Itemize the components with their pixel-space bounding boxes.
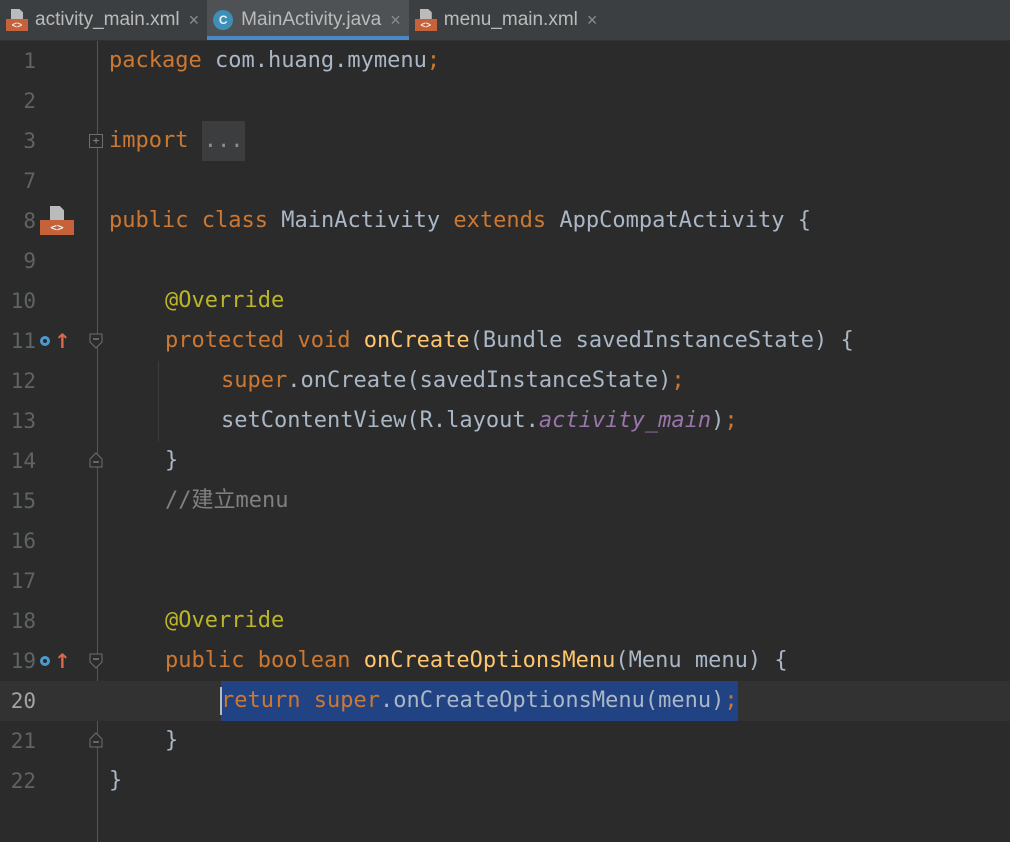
line-number: 11 xyxy=(10,329,36,353)
expand-fold-icon[interactable]: + xyxy=(89,134,103,148)
folded-imports[interactable]: ... xyxy=(201,121,246,161)
code-text[interactable]: } xyxy=(109,761,122,801)
code-line[interactable]: 1 package com.huang.mymenu; xyxy=(0,41,1010,81)
line-number: 10 xyxy=(10,289,36,313)
code-line[interactable]: 10 @Override xyxy=(0,281,1010,321)
code-line[interactable]: 22 } xyxy=(0,761,1010,801)
line-number: 12 xyxy=(10,369,36,393)
collapse-fold-icon[interactable] xyxy=(89,452,103,468)
close-icon[interactable]: × xyxy=(189,10,200,31)
code-line[interactable]: 13 setContentView(R.layout.activity_main… xyxy=(0,401,1010,441)
related-layout-icon[interactable]: <> xyxy=(40,206,74,236)
override-method-icon[interactable]: ↑ xyxy=(40,650,71,674)
line-number: 8 xyxy=(23,209,36,233)
xml-layout-icon: <> xyxy=(6,9,28,31)
line-number: 22 xyxy=(10,769,36,793)
code-line[interactable]: 17 xyxy=(0,561,1010,601)
code-line[interactable]: 14 } xyxy=(0,441,1010,481)
code-text[interactable]: public boolean onCreateOptionsMenu(Menu … xyxy=(165,641,788,681)
code-text[interactable]: } xyxy=(165,441,178,481)
line-number: 16 xyxy=(10,529,36,553)
collapse-fold-icon[interactable] xyxy=(89,653,103,669)
line-number: 20 xyxy=(10,689,36,713)
line-number: 18 xyxy=(10,609,36,633)
close-icon[interactable]: × xyxy=(390,10,401,31)
line-number: 2 xyxy=(23,89,36,113)
text-caret xyxy=(220,687,222,715)
tab-activity-main-xml[interactable]: <> activity_main.xml × xyxy=(0,0,207,40)
selected-code-text[interactable]: return super.onCreateOptionsMenu(menu); xyxy=(221,681,738,721)
tab-label: activity_main.xml xyxy=(35,9,180,30)
collapse-fold-icon[interactable] xyxy=(89,732,103,748)
current-code-line[interactable]: 20 return super.onCreateOptionsMenu(menu… xyxy=(0,681,1010,721)
line-number: 15 xyxy=(10,489,36,513)
code-text[interactable]: super.onCreate(savedInstanceState); xyxy=(221,361,685,401)
line-number: 1 xyxy=(23,49,36,73)
code-line[interactable]: 12 super.onCreate(savedInstanceState); xyxy=(0,361,1010,401)
code-text[interactable]: import ... xyxy=(109,121,246,161)
code-line[interactable]: 8 <> public class MainActivity extends A… xyxy=(0,201,1010,241)
code-text[interactable]: } xyxy=(165,721,178,761)
code-text[interactable]: setContentView(R.layout.activity_main); xyxy=(221,401,738,441)
code-text[interactable]: package com.huang.mymenu; xyxy=(109,41,440,81)
code-text[interactable]: protected void onCreate(Bundle savedInst… xyxy=(165,321,854,361)
code-line[interactable]: 18 @Override xyxy=(0,601,1010,641)
line-number: 3 xyxy=(23,129,36,153)
line-number: 21 xyxy=(10,729,36,753)
java-class-icon: C xyxy=(213,10,234,30)
code-line[interactable]: 7 xyxy=(0,161,1010,201)
code-line[interactable]: 16 xyxy=(0,521,1010,561)
line-number: 9 xyxy=(23,249,36,273)
tab-mainactivity-java[interactable]: C MainActivity.java × xyxy=(207,0,409,40)
code-text[interactable]: @Override xyxy=(165,281,284,321)
line-number: 17 xyxy=(10,569,36,593)
line-number: 14 xyxy=(10,449,36,473)
tab-menu-main-xml[interactable]: <> menu_main.xml × xyxy=(409,0,606,40)
override-method-icon[interactable]: ↑ xyxy=(40,330,71,354)
code-text[interactable]: @Override xyxy=(165,601,284,641)
code-text[interactable]: public class MainActivity extends AppCom… xyxy=(109,201,811,241)
code-line[interactable]: 21 } xyxy=(0,721,1010,761)
line-number: 13 xyxy=(10,409,36,433)
line-number: 19 xyxy=(10,649,36,673)
editor-tab-bar: <> activity_main.xml × C MainActivity.ja… xyxy=(0,0,1010,41)
close-icon[interactable]: × xyxy=(587,10,598,31)
tab-label: menu_main.xml xyxy=(443,9,578,30)
xml-layout-icon: <> xyxy=(414,9,437,31)
code-line[interactable]: 11 ↑ protected void onCreate(Bundle save… xyxy=(0,321,1010,361)
code-text[interactable]: //建立menu xyxy=(165,481,288,521)
code-editor[interactable]: 1 package com.huang.mymenu; 2 3 + import… xyxy=(0,41,1010,842)
code-line[interactable]: 9 xyxy=(0,241,1010,281)
tab-label: MainActivity.java xyxy=(241,9,382,30)
code-line[interactable]: 2 xyxy=(0,81,1010,121)
code-line[interactable]: 19 ↑ public boolean onCreateOptionsMenu(… xyxy=(0,641,1010,681)
line-number: 7 xyxy=(23,169,36,193)
code-line[interactable]: 3 + import ... xyxy=(0,121,1010,161)
code-line[interactable]: 15 //建立menu xyxy=(0,481,1010,521)
collapse-fold-icon[interactable] xyxy=(89,333,103,349)
